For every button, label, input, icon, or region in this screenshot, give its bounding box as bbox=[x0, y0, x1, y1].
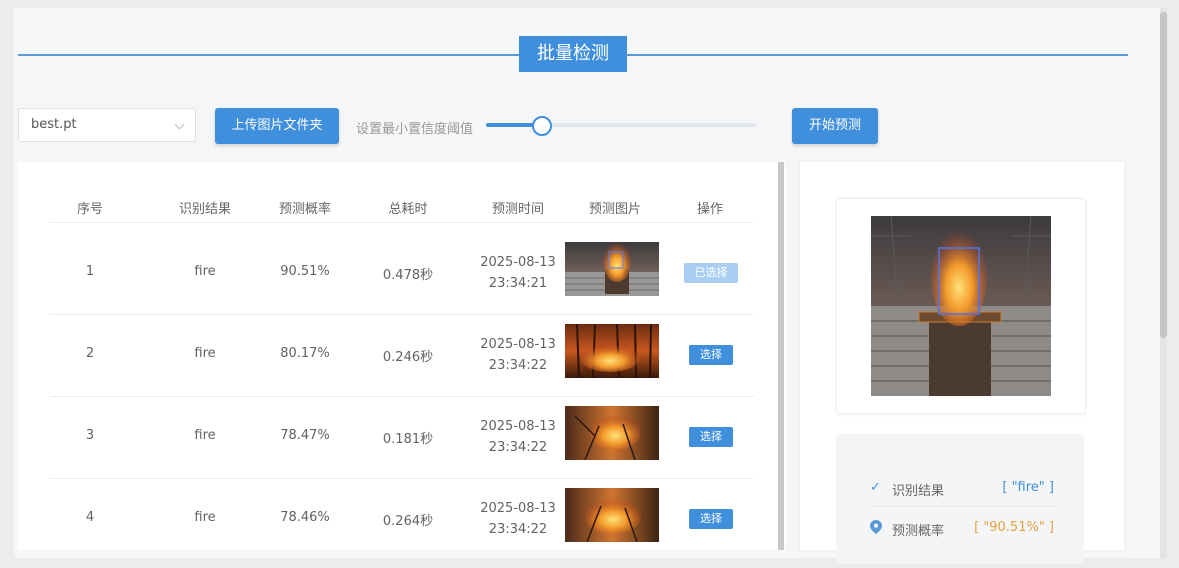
info-row-prob: 预测概率 [ "90.51%" ] bbox=[870, 518, 1054, 539]
cell-clock: 23:34:22 bbox=[488, 440, 548, 455]
detail-panel: ✓ 识别结果 [ "fire" ] 预测概率 [ "90.51%" ] bbox=[800, 162, 1124, 564]
divider bbox=[870, 506, 1054, 507]
page-scrollbar-thumb[interactable] bbox=[1160, 12, 1167, 338]
table-header: 序号 识别结果 预测概率 总耗时 预测时间 预测图片 操作 bbox=[50, 192, 754, 223]
table-row: 2 fire 80.17% 0.246秒 2025-08-13 23:34:22… bbox=[50, 314, 754, 397]
prob-label: 预测概率 bbox=[892, 524, 945, 539]
cell-result: fire bbox=[194, 510, 216, 525]
col-header-index: 序号 bbox=[76, 202, 103, 217]
cell-time-cost: 0.478秒 bbox=[382, 268, 434, 283]
cell-date: 2025-08-13 bbox=[480, 419, 556, 434]
fire-thumbnail[interactable] bbox=[565, 324, 659, 378]
cell-result: fire bbox=[194, 428, 216, 443]
title-divider-right bbox=[626, 54, 1128, 56]
preview-card bbox=[836, 198, 1086, 414]
model-select-value: best.pt bbox=[31, 117, 77, 132]
cell-predict-time: 2025-08-13 23:34:22 bbox=[468, 498, 568, 540]
threshold-slider[interactable] bbox=[486, 113, 756, 137]
slider-thumb[interactable] bbox=[532, 116, 552, 136]
cell-clock: 23:34:22 bbox=[488, 358, 548, 373]
table-row: 1 fire 90.51% 0.478秒 2025-08-13 23:34:21… bbox=[50, 232, 754, 315]
upload-folder-button[interactable]: 上传图片文件夹 bbox=[215, 108, 339, 144]
cell-time-cost: 0.181秒 bbox=[382, 432, 434, 447]
cell-result: fire bbox=[194, 264, 216, 279]
col-header-predict-time: 预测时间 bbox=[491, 202, 544, 217]
col-header-time-cost: 总耗时 bbox=[388, 202, 428, 217]
cell-result: fire bbox=[194, 346, 216, 361]
location-pin-icon bbox=[870, 520, 882, 538]
col-header-action: 操作 bbox=[696, 202, 723, 217]
cell-predict-time: 2025-08-13 23:34:21 bbox=[468, 252, 568, 294]
chevron-down-icon bbox=[174, 119, 185, 130]
table-row: 4 fire 78.46% 0.264秒 2025-08-13 23:34:22… bbox=[50, 478, 754, 561]
selected-button[interactable]: 已选择 bbox=[684, 263, 738, 283]
section-title: 批量检测 bbox=[519, 36, 627, 72]
cell-prob: 80.17% bbox=[280, 346, 330, 361]
col-header-result: 识别结果 bbox=[178, 202, 231, 217]
cell-clock: 23:34:22 bbox=[488, 522, 548, 537]
info-row-result: ✓ 识别结果 [ "fire" ] bbox=[870, 478, 1054, 499]
cell-index: 3 bbox=[85, 428, 95, 443]
result-label: 识别结果 bbox=[892, 484, 945, 499]
cell-predict-time: 2025-08-13 23:34:22 bbox=[468, 416, 568, 458]
cell-index: 2 bbox=[85, 346, 95, 361]
detection-info-card: ✓ 识别结果 [ "fire" ] 预测概率 [ "90.51%" ] bbox=[836, 434, 1084, 564]
fire-thumbnail[interactable] bbox=[565, 406, 659, 460]
cell-prob: 90.51% bbox=[280, 264, 330, 279]
start-predict-button[interactable]: 开始预测 bbox=[792, 108, 878, 144]
cell-time-cost: 0.246秒 bbox=[382, 350, 434, 365]
check-icon: ✓ bbox=[870, 480, 881, 495]
cell-clock: 23:34:21 bbox=[488, 276, 548, 291]
result-value: [ "fire" ] bbox=[1002, 480, 1054, 495]
title-divider-left bbox=[18, 54, 520, 56]
select-button[interactable]: 选择 bbox=[689, 345, 733, 365]
fire-thumbnail[interactable] bbox=[565, 242, 659, 296]
cell-prob: 78.46% bbox=[280, 510, 330, 525]
col-header-image: 预测图片 bbox=[588, 202, 641, 217]
cell-index: 4 bbox=[85, 510, 95, 525]
cell-predict-time: 2025-08-13 23:34:22 bbox=[468, 334, 568, 376]
select-button[interactable]: 选择 bbox=[689, 509, 733, 529]
cell-date: 2025-08-13 bbox=[480, 255, 556, 270]
cell-time-cost: 0.264秒 bbox=[382, 514, 434, 529]
col-header-prob: 预测概率 bbox=[278, 202, 331, 217]
table-row: 3 fire 78.47% 0.181秒 2025-08-13 23:34:22… bbox=[50, 396, 754, 479]
cell-date: 2025-08-13 bbox=[480, 501, 556, 516]
fire-thumbnail[interactable] bbox=[565, 488, 659, 542]
cell-prob: 78.47% bbox=[280, 428, 330, 443]
threshold-label: 设置最小置信度阈值 bbox=[356, 122, 474, 137]
select-button[interactable]: 选择 bbox=[689, 427, 733, 447]
cell-date: 2025-08-13 bbox=[480, 337, 556, 352]
prob-value: [ "90.51%" ] bbox=[974, 520, 1054, 535]
results-table: 序号 识别结果 预测概率 总耗时 预测时间 预测图片 操作 1 fire 90.… bbox=[18, 162, 786, 561]
table-scrollbar[interactable] bbox=[778, 162, 784, 550]
detection-preview-image bbox=[871, 216, 1051, 396]
cell-index: 1 bbox=[85, 264, 95, 279]
model-select[interactable]: best.pt bbox=[18, 108, 196, 142]
